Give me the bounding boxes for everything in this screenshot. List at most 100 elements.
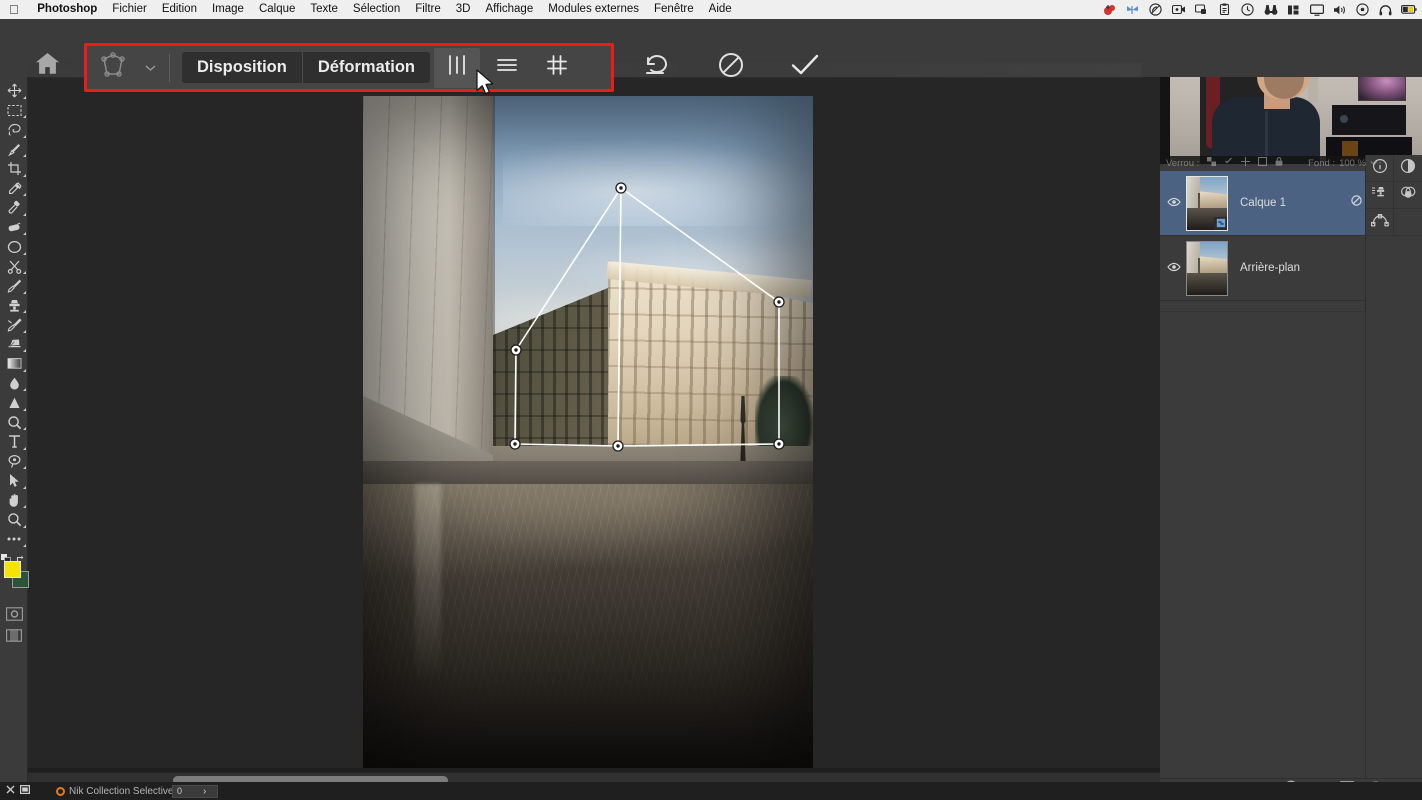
patch-tool[interactable] [0,218,28,238]
mode-button-deformation[interactable]: Déformation [302,52,431,83]
layer-lock-options-row: Verrou : Fond : 100 % [1160,155,1384,171]
scissors-tool[interactable] [0,257,28,277]
menu-3d[interactable]: 3D [448,0,478,19]
menu-affichage[interactable]: Affichage [478,0,541,19]
history-brush-tool[interactable] [0,315,28,335]
type-tool[interactable] [0,432,28,452]
lock-all-icon[interactable] [1275,157,1283,169]
layer-name-label[interactable]: Calque 1 [1240,197,1350,209]
layer-row-calque-1[interactable]: Calque 1 [1160,171,1384,236]
crop-tool[interactable] [0,159,28,179]
lock-transparent-icon[interactable] [1207,157,1217,169]
eyedropper-tool[interactable] [0,179,28,199]
options-separator [169,53,170,82]
mode-button-disposition[interactable]: Disposition [182,52,303,83]
menu-fichier[interactable]: Fichier [105,0,155,19]
cancel-transform-button[interactable] [694,46,768,89]
tool-options-bar: Disposition Déformation [0,19,1422,95]
menu-edition[interactable]: Edition [154,0,204,19]
clock-icon[interactable] [1236,0,1259,19]
zoom-value-field[interactable]: 0 [172,784,218,798]
adjustments-panel-button[interactable] [1394,155,1422,182]
layer-visibility-toggle[interactable] [1162,259,1186,277]
layer-visibility-toggle[interactable] [1162,194,1186,212]
display-layout-icon[interactable] [1282,0,1305,19]
foreground-color-swatch[interactable] [4,561,21,578]
brush-tool[interactable] [0,276,28,296]
tool-preset-dropdown[interactable] [139,46,161,89]
layer-row-arriere-plan[interactable]: Arrière-plan [1160,236,1384,301]
menu-image[interactable]: Image [204,0,251,19]
blur-tool[interactable] [0,374,28,394]
path-selection-tool[interactable] [0,471,28,491]
monitor-icon[interactable] [1305,0,1328,19]
headphones-icon[interactable] [1374,0,1397,19]
layer-thumbnail[interactable] [1186,175,1228,231]
status-expand-arrow[interactable]: › [203,786,206,797]
apple-logo-icon[interactable]:  [0,3,30,16]
reset-transform-button[interactable] [620,46,694,89]
volume-icon[interactable] [1328,0,1351,19]
play-circle-icon[interactable] [1351,0,1374,19]
lasso-tool[interactable] [0,120,28,140]
healing-brush-tool[interactable] [0,198,28,218]
vertical-guides-button[interactable] [434,47,481,88]
document-canvas-area[interactable] [28,77,1160,768]
commit-transform-button[interactable] [768,46,842,89]
grid-button[interactable] [534,48,580,88]
clone-stamp-tool[interactable] [0,296,28,316]
paths-panel-button[interactable] [1366,209,1394,236]
layer-name-label[interactable]: Arrière-plan [1240,262,1365,274]
lock-position-icon[interactable] [1241,157,1251,169]
zoom-tool[interactable] [0,510,28,530]
battery-icon[interactable] [1397,0,1420,19]
search-binoculars-icon[interactable] [1259,0,1282,19]
burn-tool[interactable] [0,413,28,433]
menu-fenetre[interactable]: Fenêtre [647,0,702,19]
marquee-tool[interactable] [0,101,28,121]
quick-selection-tool[interactable] [0,140,28,160]
minimize-doc-icon[interactable] [20,785,31,797]
eraser-tool[interactable] [0,335,28,355]
link-mask-icon[interactable] [1350,194,1363,212]
move-tool[interactable] [0,81,28,101]
home-button[interactable] [28,48,66,84]
lock-icon-group [1207,157,1283,169]
notification-badge-icon[interactable] [1098,0,1121,19]
menu-selection[interactable]: Sélection [345,0,407,19]
clipboard-icon[interactable] [1213,0,1236,19]
gradient-tool[interactable] [0,354,28,374]
horizontal-lines-button[interactable] [484,48,530,88]
panel-divider [1160,311,1365,312]
commit-transform-icon [789,51,821,84]
menu-photoshop[interactable]: Photoshop [30,0,105,19]
lock-nesting-icon[interactable] [1258,157,1268,169]
screen-record-icon[interactable] [1167,0,1190,19]
dodge-tool[interactable] [0,393,28,413]
perspective-warp-tool-button[interactable] [87,46,139,89]
menu-modules-externes[interactable]: Modules externes [541,0,647,19]
screen-mode-button[interactable] [0,627,28,649]
fill-value[interactable]: 100 % [1339,158,1366,169]
libraries-panel-button[interactable] [1394,182,1422,209]
creative-cloud-icon[interactable] [1144,0,1167,19]
lock-label: Verrou : [1166,157,1200,169]
clone-source-panel-button[interactable] [1366,182,1394,209]
chevron-down-icon[interactable] [1370,158,1378,169]
hand-tool[interactable] [0,491,28,511]
butterfly-icon[interactable] [1121,0,1144,19]
document-image[interactable] [363,96,813,768]
menu-texte[interactable]: Texte [303,0,346,19]
pen-tool[interactable] [0,452,28,472]
frame-tool[interactable] [0,237,28,257]
menu-filtre[interactable]: Filtre [408,0,449,19]
screenshot-lock-icon[interactable] [1190,0,1213,19]
quick-mask-button[interactable] [0,605,28,627]
close-doc-icon[interactable] [6,785,15,797]
menu-calque[interactable]: Calque [251,0,302,19]
menu-aide[interactable]: Aide [701,0,739,19]
lock-image-icon[interactable] [1224,157,1233,169]
edit-toolbar-button[interactable] [0,530,28,550]
photoshop-window:  Photoshop Fichier Edition Image Calque… [0,0,1422,800]
layer-thumbnail[interactable] [1186,240,1228,296]
